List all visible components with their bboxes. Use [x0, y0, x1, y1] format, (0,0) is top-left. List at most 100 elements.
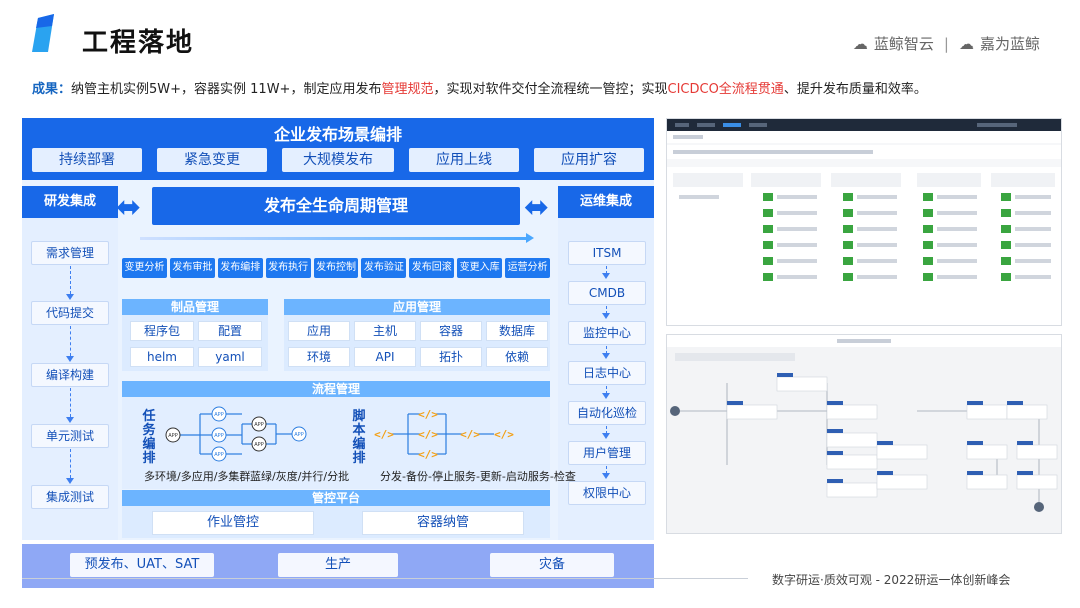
rd-item: 代码提交: [31, 301, 109, 325]
result-line: 成果：纳管主机实例5W+，容器实例 11W+，制定应用发布管理规范，实现对软件交…: [32, 78, 927, 97]
footer-text: 数字研运·质效可观 - 2022研运一体创新峰会: [772, 573, 1011, 587]
lifecycle-step: 发布验证: [361, 258, 407, 278]
rd-integration-head: 研发集成: [22, 186, 118, 218]
script-caption: 分发-备份-停止服务-更新-启动服务-检查: [380, 470, 576, 483]
product-panel-title: 制品管理: [122, 299, 268, 315]
arrow-down-icon: [66, 478, 74, 484]
product-item: helm: [130, 347, 194, 367]
script-node-icon: </>: [418, 428, 438, 441]
app-node-label: APP: [214, 433, 223, 439]
rd-item: 编译构建: [31, 363, 109, 387]
result-highlight-2: CICDCO全流程贯通: [667, 82, 784, 97]
arrow-down-icon: [66, 356, 74, 362]
app-node-label: APP: [168, 433, 177, 439]
flow-connector: [70, 449, 71, 478]
app-item: 数据库: [486, 321, 548, 341]
title-accent-icon: [32, 14, 54, 52]
ops-item: CMDB: [568, 281, 646, 305]
product-item: 程序包: [130, 321, 194, 341]
app-node-label: APP: [294, 432, 303, 438]
environment-item: 预发布、UAT、SAT: [70, 553, 214, 577]
script-node-icon: </>: [374, 428, 394, 441]
arrow-down-icon: [602, 313, 610, 319]
script-node-icon: </>: [418, 408, 438, 421]
arrow-down-icon: [66, 417, 74, 423]
ops-item: 权限中心: [568, 481, 646, 505]
control-item: 容器纳管: [362, 511, 524, 535]
arrow-right-icon: [526, 233, 534, 243]
lifecycle-title: 发布全生命周期管理: [152, 187, 520, 225]
app-item: 应用: [288, 321, 350, 341]
arrow-down-icon: [602, 393, 610, 399]
scene-item: 紧急变更: [157, 148, 267, 172]
environment-item: 生产: [278, 553, 398, 577]
double-arrow-icon: ⬌: [116, 190, 142, 225]
app-panel-title: 应用管理: [284, 299, 550, 315]
ops-item: 监控中心: [568, 321, 646, 345]
arrow-down-icon: [602, 353, 610, 359]
lifecycle-steps: 变更分析 发布审批 发布编排 发布执行 发布控制 发布验证 发布回滚 变更入库 …: [122, 258, 551, 278]
lifecycle-step: 发布编排: [217, 258, 263, 278]
app-item: 主机: [354, 321, 416, 341]
lifecycle-step: 发布回滚: [409, 258, 455, 278]
orchestration-screenshot-graphic: [667, 335, 1061, 512]
cloud-logo-icon: ☁: [958, 34, 974, 53]
app-item: 依赖: [486, 347, 548, 367]
result-highlight-1: 管理规范: [381, 82, 434, 97]
lifecycle-step: 变更入库: [457, 258, 503, 278]
ops-item: 日志中心: [568, 361, 646, 385]
arrow-down-icon: [66, 294, 74, 300]
pipeline-screenshot: [666, 118, 1062, 326]
task-caption: 多环境/多应用/多集群: [144, 470, 251, 483]
footer-divider: [22, 578, 748, 579]
result-text-1: 纳管主机实例5W+，容器实例 11W+，制定应用发布: [71, 82, 382, 97]
arrow-down-icon: [602, 273, 610, 279]
lifecycle-step: 变更分析: [122, 258, 167, 278]
control-panel-title: 管控平台: [122, 490, 550, 506]
result-lead: 成果：: [32, 82, 72, 97]
control-item: 作业管控: [152, 511, 314, 535]
lifecycle-step: 发布审批: [169, 258, 215, 278]
lifecycle-step: 发布执行: [265, 258, 311, 278]
scene-item: 大规模发布: [282, 148, 394, 172]
app-item: API: [354, 347, 416, 367]
product-item: yaml: [198, 347, 262, 367]
app-node-label: APP: [214, 412, 223, 418]
flow-connector: [70, 388, 71, 417]
app-item: 拓扑: [420, 347, 482, 367]
ops-integration-head: 运维集成: [558, 186, 654, 218]
flow-connector: [70, 326, 71, 356]
scene-item: 持续部署: [32, 148, 142, 172]
orchestration-screenshot: [666, 334, 1062, 534]
cloud-icon: ☁: [852, 34, 868, 53]
lifecycle-step: 发布控制: [313, 258, 359, 278]
script-node-icon: </>: [460, 428, 480, 441]
pipeline-screenshot-graphic: [667, 119, 1061, 325]
arrow-down-icon: [602, 433, 610, 439]
double-arrow-icon: ⬌: [524, 190, 550, 225]
product-item: 配置: [198, 321, 262, 341]
brand-logos: ☁ 蓝鲸智云 | ☁ 嘉为蓝鲸: [853, 33, 1040, 54]
flow-connector: [70, 266, 71, 294]
flow-panel-title: 流程管理: [122, 381, 550, 397]
script-node-icon: </>: [418, 448, 438, 461]
result-text-2: ，实现对软件交付全流程统一管控；实现: [433, 82, 668, 97]
app-node-label: APP: [254, 422, 263, 428]
brand-separator: |: [943, 34, 949, 53]
brand-left: 蓝鲸智云: [873, 35, 934, 53]
rd-item: 集成测试: [31, 485, 109, 509]
ops-item: 用户管理: [568, 441, 646, 465]
scene-item: 应用上线: [409, 148, 519, 172]
progress-arrow: [140, 237, 530, 240]
rd-item: 单元测试: [31, 424, 109, 448]
ops-item: 自动化巡检: [568, 401, 646, 425]
app-node-label: APP: [254, 442, 263, 448]
arrow-down-icon: [602, 473, 610, 479]
scene-title: 企业发布场景编排: [273, 125, 402, 144]
task-flow-graph: APP APP APP APP APP APP APP: [165, 406, 307, 462]
result-text-3: 、提升发布质量和效率。: [783, 82, 927, 97]
page-title: 工程落地: [82, 28, 195, 58]
script-flow-graph: </> </> </> </> </> </>: [374, 408, 514, 461]
task-orchestration-label: 任务编排: [142, 409, 156, 466]
brand-right: 嘉为蓝鲸: [979, 35, 1040, 53]
